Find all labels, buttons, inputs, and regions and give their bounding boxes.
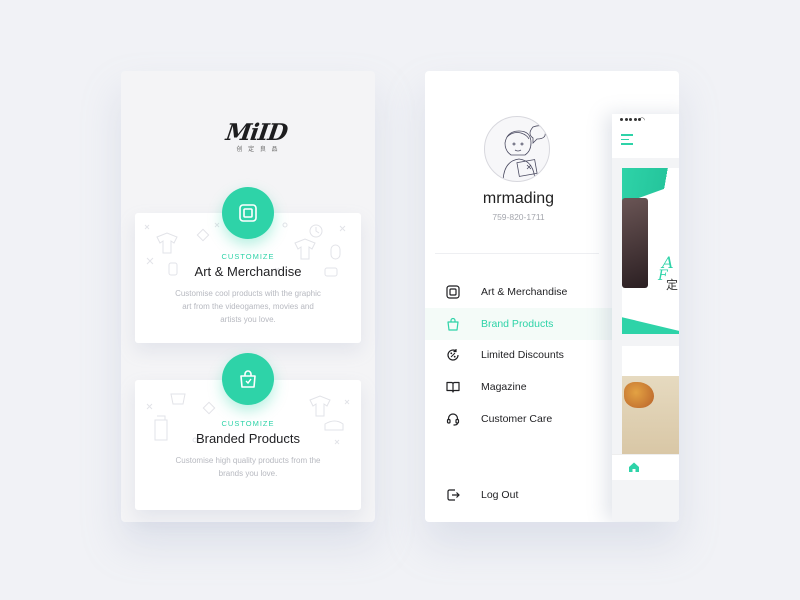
app-top-bar bbox=[612, 126, 679, 158]
card-title: Branded Products bbox=[195, 431, 301, 446]
menu-item-label: Brand Products bbox=[481, 317, 554, 330]
phone-number: 759-820-1711 bbox=[492, 212, 545, 222]
art-merchandise-button[interactable] bbox=[222, 187, 274, 239]
card-title: Art & Merchandise bbox=[194, 264, 302, 279]
promo-banner[interactable]: A F 定 bbox=[622, 168, 679, 334]
divider bbox=[435, 253, 599, 254]
book-icon bbox=[445, 379, 461, 395]
square-frame-icon bbox=[239, 204, 257, 222]
card-kicker: CUSTOMIZE bbox=[221, 252, 275, 261]
banner-text-3: 定 bbox=[666, 278, 679, 292]
menu-item-label: Customer Care bbox=[481, 413, 553, 426]
menu-item-art-merchandise[interactable]: Art & Merchandise bbox=[425, 276, 612, 308]
signal-icon bbox=[620, 118, 641, 121]
menu-item-limited-discounts[interactable]: Limited Discounts bbox=[425, 340, 612, 372]
menu-item-label: Art & Merchandise bbox=[481, 285, 568, 298]
branded-products-button[interactable] bbox=[222, 353, 274, 405]
user-avatar-illustration-icon bbox=[502, 125, 546, 181]
menu-hamburger-icon[interactable] bbox=[621, 134, 633, 148]
logo-subtitle: 创 定 良 品 bbox=[236, 147, 280, 153]
logout-label: Log Out bbox=[481, 489, 519, 501]
menu-item-label: Limited Discounts bbox=[481, 349, 564, 362]
tab-bar bbox=[612, 454, 679, 480]
main-app-preview[interactable]: ◠ A F 定 bbox=[612, 114, 679, 521]
logout-button[interactable]: Log Out bbox=[425, 483, 612, 507]
logo-mark: MiID bbox=[223, 119, 289, 146]
onboarding-screen: MiID 创 定 良 品 CUSTOMIZE Art & Merchandise… bbox=[121, 71, 375, 522]
shopping-bag-icon bbox=[240, 370, 256, 388]
username: mrmading bbox=[482, 190, 555, 207]
discount-icon bbox=[445, 347, 461, 363]
menu-item-brand-products[interactable]: Brand Products bbox=[425, 307, 612, 340]
status-bar: ◠ bbox=[612, 114, 679, 126]
leaf-image bbox=[624, 382, 654, 408]
menu-item-magazine[interactable]: Magazine bbox=[425, 371, 612, 403]
promo-banner-2[interactable] bbox=[622, 346, 679, 454]
menu-item-label: Magazine bbox=[481, 381, 527, 394]
backpack-image bbox=[622, 198, 648, 288]
card-description: Customise high quality products from the… bbox=[175, 456, 321, 478]
square-frame-icon bbox=[445, 284, 461, 300]
brand-logo: MiID 创 定 良 品 bbox=[121, 119, 375, 153]
logout-icon bbox=[445, 487, 461, 503]
side-menu-screen: mrmading 759-820-1711 Art & Merchandise … bbox=[425, 71, 679, 522]
side-menu: Art & Merchandise Brand Products Limited… bbox=[425, 276, 612, 435]
headset-icon bbox=[445, 411, 461, 427]
card-description: Customise cool products with the graphic… bbox=[175, 289, 321, 324]
banner-stripe bbox=[622, 317, 679, 334]
menu-item-customer-care[interactable]: Customer Care bbox=[425, 403, 612, 435]
avatar[interactable] bbox=[484, 116, 550, 182]
wifi-icon: ◠ bbox=[639, 117, 646, 124]
card-kicker: CUSTOMIZE bbox=[221, 419, 275, 428]
home-icon[interactable] bbox=[628, 461, 640, 473]
shopping-bag-icon bbox=[445, 316, 461, 332]
